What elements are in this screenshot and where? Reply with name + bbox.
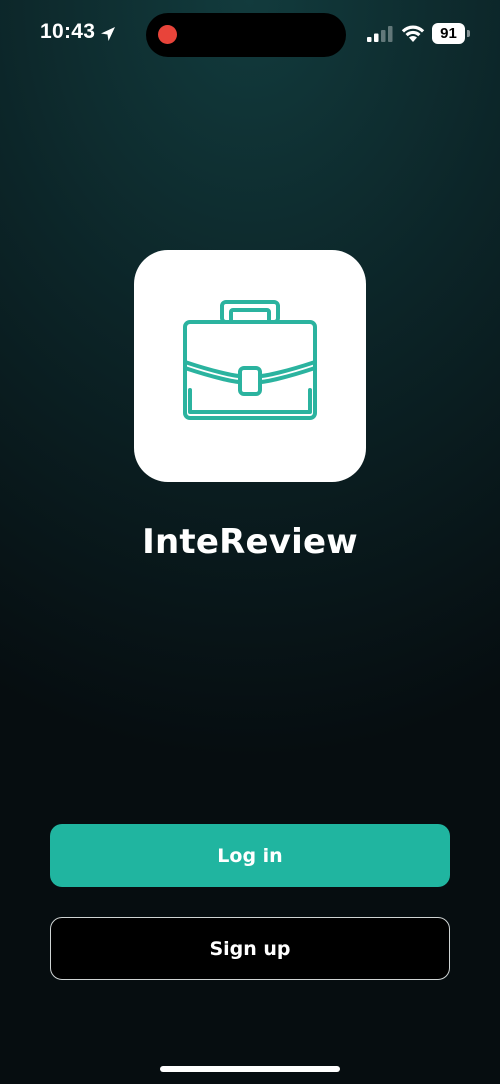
app-name: InteReview xyxy=(142,522,358,562)
status-bar: 10:43 91 xyxy=(0,0,500,70)
recording-indicator xyxy=(158,25,177,44)
wifi-icon xyxy=(401,25,425,42)
signup-button[interactable]: Sign up xyxy=(50,917,450,980)
home-indicator[interactable] xyxy=(160,1066,340,1072)
status-time: 10:43 xyxy=(40,20,96,43)
battery-indicator: 91 xyxy=(432,23,470,44)
app-logo xyxy=(134,250,366,482)
briefcase-icon xyxy=(183,300,317,420)
dynamic-island xyxy=(146,13,346,57)
login-button[interactable]: Log in xyxy=(50,824,450,887)
cellular-signal-icon xyxy=(367,26,393,42)
location-arrow-icon xyxy=(101,27,115,41)
battery-level: 91 xyxy=(432,23,465,44)
battery-cap xyxy=(467,30,470,37)
